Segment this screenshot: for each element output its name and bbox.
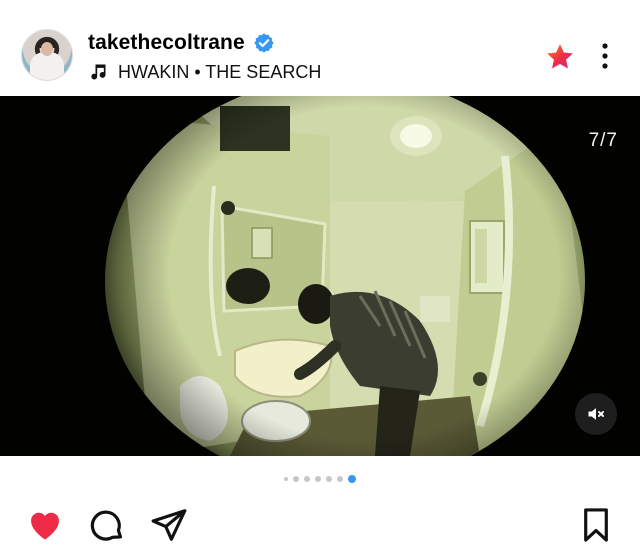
post-header: takethecoltrane HWAKIN • THE SEARCH: [0, 0, 640, 96]
username-row: takethecoltrane: [88, 30, 275, 56]
carousel-dot: [304, 476, 310, 482]
post-actions: [0, 500, 640, 550]
carousel-dot: [284, 477, 288, 481]
carousel-dot: [293, 476, 299, 482]
slide-counter: 7/7: [588, 130, 618, 151]
speaker-muted-icon: [588, 408, 604, 420]
mute-button[interactable]: [575, 393, 617, 435]
username[interactable]: takethecoltrane: [88, 31, 245, 55]
verified-badge-icon: [254, 33, 274, 53]
paper-plane-icon[interactable]: [150, 506, 188, 544]
fisheye-bathroom-photo: [0, 96, 640, 456]
music-note-icon: [91, 64, 106, 80]
carousel-dot: [337, 476, 343, 482]
more-vertical-icon[interactable]: [594, 40, 616, 72]
carousel-indicator: [0, 472, 640, 486]
star-icon[interactable]: [545, 42, 575, 72]
carousel-dot: [326, 476, 332, 482]
post-media[interactable]: 7/7: [0, 96, 640, 456]
carousel-dot-active: [348, 475, 356, 483]
audio-label: HWAKIN • THE SEARCH: [118, 61, 322, 82]
heart-icon[interactable]: [26, 506, 64, 544]
avatar[interactable]: [22, 30, 72, 80]
carousel-dot: [315, 476, 321, 482]
bookmark-icon[interactable]: [577, 506, 615, 544]
comment-bubble-icon[interactable]: [88, 506, 126, 544]
audio-attribution[interactable]: HWAKIN • THE SEARCH: [88, 60, 321, 84]
